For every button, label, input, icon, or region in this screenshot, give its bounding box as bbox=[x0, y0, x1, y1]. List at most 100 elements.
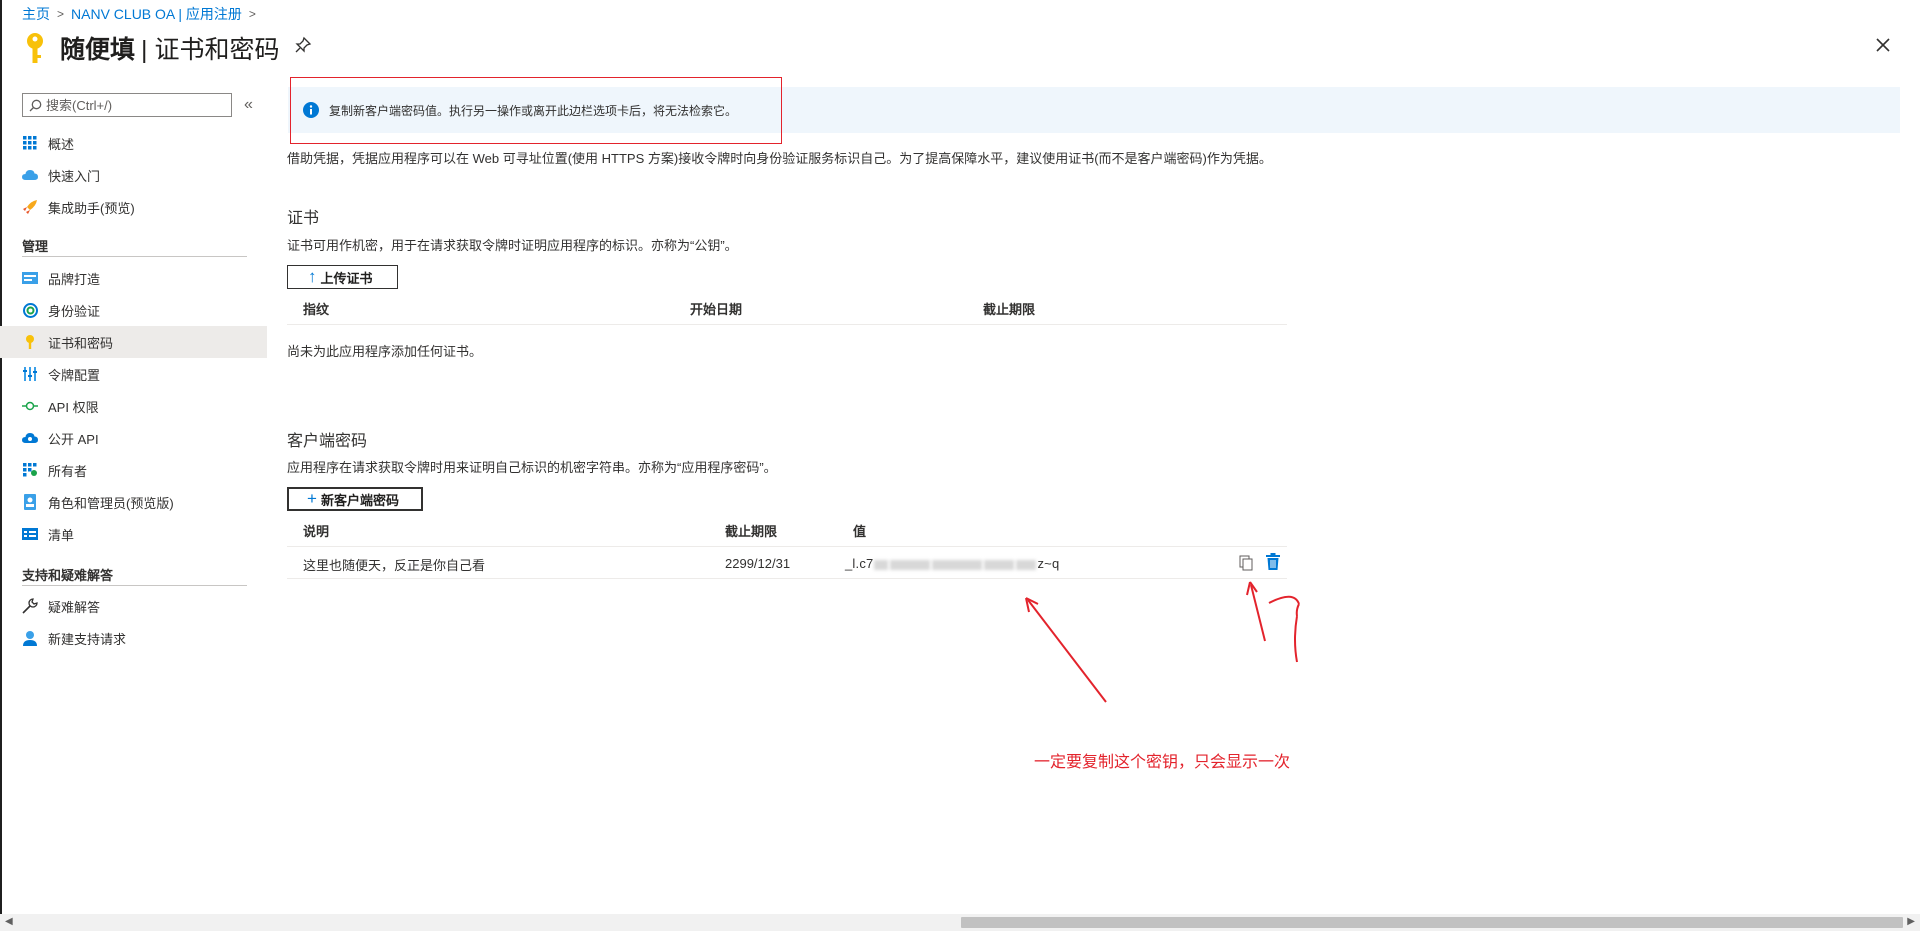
table-divider bbox=[287, 546, 1287, 547]
scrollbar-thumb[interactable] bbox=[961, 917, 1903, 928]
certificates-section-title: 证书 bbox=[287, 210, 320, 227]
sidebar-item-label: 证书和密码 bbox=[48, 335, 114, 351]
authentication-icon bbox=[22, 302, 38, 318]
secret-expires: 2299/12/31 bbox=[725, 556, 791, 571]
sidebar-item-label: 疑难解答 bbox=[48, 599, 101, 615]
scroll-left-icon[interactable]: ◀ bbox=[5, 916, 13, 927]
upload-icon: ↑ bbox=[308, 267, 317, 286]
secret-value-prefix: _l.c7 bbox=[845, 556, 874, 571]
sidebar-item-label: 快速入门 bbox=[48, 168, 101, 184]
sidebar-item-label: 令牌配置 bbox=[48, 367, 101, 383]
redacted-segment bbox=[1016, 559, 1037, 570]
troubleshoot-icon bbox=[22, 598, 38, 614]
horizontal-scrollbar[interactable]: ◀ ▶ bbox=[0, 914, 1920, 931]
column-header-thumbprint: 指纹 bbox=[303, 302, 330, 317]
table-divider bbox=[287, 324, 1287, 325]
sidebar-item-new-support-request[interactable]: 新建支持请求 bbox=[0, 622, 267, 654]
client-secrets-description: 应用程序在请求获取令牌时用来证明自己标识的机密字符串。亦称为“应用程序密码”。 bbox=[287, 460, 777, 475]
column-header-description: 说明 bbox=[303, 524, 330, 539]
new-client-secret-button[interactable]: + 新客户端密码 bbox=[287, 487, 423, 511]
certificates-description: 证书可用作机密，用于在请求获取令牌时证明应用程序的标识。亦称为“公钥”。 bbox=[287, 238, 738, 253]
rocket-icon bbox=[22, 199, 38, 215]
certificates-empty-message: 尚未为此应用程序添加任何证书。 bbox=[287, 344, 483, 359]
sidebar-item-expose-api[interactable]: 公开 API bbox=[0, 422, 267, 454]
secret-description: 这里也随便天，反正是你自己看 bbox=[303, 558, 486, 573]
secret-value[interactable]: _l.c7 z~q bbox=[845, 556, 1059, 571]
sidebar-item-label: 身份验证 bbox=[48, 303, 101, 319]
sidebar-item-overview[interactable]: 概述 bbox=[0, 127, 267, 159]
sidebar-item-roles-admins[interactable]: 角色和管理员(预览版) bbox=[0, 486, 267, 518]
redacted-segment bbox=[890, 559, 931, 570]
sidebar-item-manifest[interactable]: 清单 bbox=[0, 518, 267, 550]
sidebar-item-certificates-secrets[interactable]: 证书和密码 bbox=[0, 326, 267, 358]
sidebar-item-label: 品牌打造 bbox=[48, 271, 101, 287]
redacted-segment bbox=[984, 559, 1015, 570]
sidebar-item-quickstart[interactable]: 快速入门 bbox=[0, 159, 267, 191]
sidebar-section-support: 支持和疑难解答 bbox=[22, 568, 114, 583]
delete-icon[interactable] bbox=[1265, 553, 1281, 571]
collapse-sidebar-icon[interactable]: « bbox=[244, 96, 253, 114]
overview-icon bbox=[22, 135, 38, 151]
table-divider bbox=[287, 578, 1287, 579]
breadcrumb-home-link[interactable]: 主页 bbox=[22, 4, 50, 24]
column-header-expires: 截止期限 bbox=[983, 302, 1036, 317]
column-header-start-date: 开始日期 bbox=[690, 302, 743, 317]
column-header-secret-expires: 截止期限 bbox=[725, 524, 778, 539]
sidebar-item-owners[interactable]: 所有者 bbox=[0, 454, 267, 486]
sidebar-item-label: API 权限 bbox=[48, 399, 99, 415]
credentials-intro-text: 借助凭据，凭据应用程序可以在 Web 可寻址位置(使用 HTTPS 方案)接收令… bbox=[287, 151, 1272, 166]
secret-value-suffix: z~q bbox=[1037, 556, 1060, 571]
scroll-right-icon[interactable]: ▶ bbox=[1907, 916, 1915, 927]
breadcrumb-app-registration-link[interactable]: NANV CLUB OA | 应用注册 bbox=[71, 4, 242, 24]
page-header: 随便填 | 证书和密码 bbox=[22, 30, 279, 66]
annotation-highlight-box bbox=[290, 77, 782, 144]
app-name: 随便填 bbox=[60, 36, 136, 64]
chevron-right-icon: > bbox=[57, 7, 65, 21]
redacted-segment bbox=[932, 559, 983, 570]
token-config-icon bbox=[22, 366, 38, 382]
sidebar-item-label: 所有者 bbox=[48, 463, 88, 479]
api-permissions-icon bbox=[22, 398, 38, 414]
sidebar-search-input[interactable] bbox=[46, 97, 216, 113]
redacted-segment bbox=[874, 559, 889, 570]
sidebar-item-label: 清单 bbox=[48, 527, 75, 543]
sidebar-divider bbox=[22, 585, 247, 586]
manifest-icon bbox=[22, 526, 38, 542]
sidebar-divider bbox=[22, 256, 247, 257]
support-request-icon bbox=[22, 630, 38, 646]
upload-certificate-label: 上传证书 bbox=[320, 270, 373, 286]
sidebar-item-api-permissions[interactable]: API 权限 bbox=[0, 390, 267, 422]
pin-icon[interactable] bbox=[294, 36, 312, 54]
client-secrets-section-title: 客户端密码 bbox=[287, 433, 368, 450]
sidebar-item-label: 新建支持请求 bbox=[48, 631, 127, 647]
quickstart-icon bbox=[22, 167, 38, 183]
sidebar-item-label: 集成助手(预览) bbox=[48, 200, 135, 216]
sidebar-section-manage: 管理 bbox=[22, 239, 49, 254]
roles-icon bbox=[22, 494, 38, 510]
sidebar-item-label: 角色和管理员(预览版) bbox=[48, 495, 174, 511]
key-icon bbox=[27, 33, 43, 63]
sidebar-search-box[interactable] bbox=[22, 93, 232, 117]
sidebar-item-branding[interactable]: 品牌打造 bbox=[0, 262, 267, 294]
annotation-note: 一定要复制这个密钥，只会显示一次 bbox=[1034, 752, 1291, 771]
sidebar-item-label: 概述 bbox=[48, 136, 75, 152]
sidebar-item-troubleshooting[interactable]: 疑难解答 bbox=[0, 590, 267, 622]
branding-icon bbox=[22, 270, 38, 286]
page-title: | 证书和密码 bbox=[141, 36, 280, 64]
breadcrumb: 主页 > NANV CLUB OA | 应用注册 > bbox=[22, 4, 263, 24]
chevron-right-icon: > bbox=[248, 7, 256, 21]
expose-api-icon bbox=[22, 430, 38, 446]
key-icon bbox=[22, 334, 38, 350]
owners-icon bbox=[22, 462, 38, 478]
add-icon: + bbox=[307, 489, 317, 508]
copy-icon[interactable] bbox=[1238, 555, 1254, 571]
sidebar-item-authentication[interactable]: 身份验证 bbox=[0, 294, 267, 326]
sidebar-item-integration-assistant[interactable]: 集成助手(预览) bbox=[0, 191, 267, 223]
sidebar-item-token-configuration[interactable]: 令牌配置 bbox=[0, 358, 267, 390]
new-client-secret-label: 新客户端密码 bbox=[320, 492, 399, 508]
search-icon bbox=[29, 99, 42, 111]
close-icon[interactable] bbox=[1874, 36, 1892, 54]
upload-certificate-button[interactable]: ↑ 上传证书 bbox=[287, 265, 398, 289]
column-header-value: 值 bbox=[853, 524, 867, 539]
sidebar-item-label: 公开 API bbox=[48, 431, 99, 447]
